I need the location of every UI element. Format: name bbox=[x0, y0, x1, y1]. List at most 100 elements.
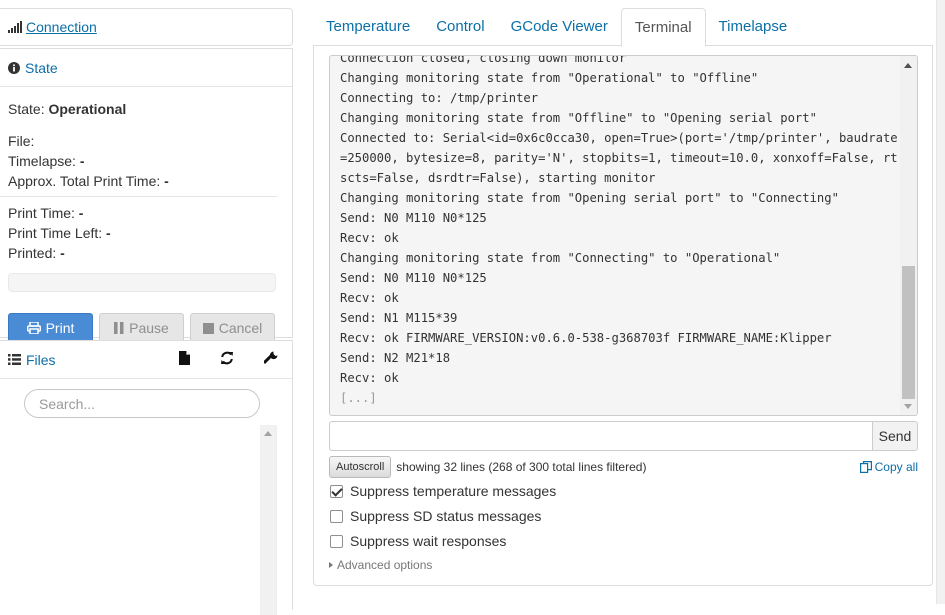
print-time-left-value: - bbox=[106, 225, 111, 241]
caret-right-icon bbox=[329, 562, 333, 568]
list-icon bbox=[8, 354, 21, 365]
terminal-ellipsis: [...] bbox=[340, 391, 377, 405]
approx-time-value: - bbox=[164, 173, 169, 189]
terminal-line: Connected to: Serial<id=0x6c0cca30, open… bbox=[340, 131, 898, 145]
send-button[interactable]: Send bbox=[872, 421, 918, 451]
terminal-line: Changing monitoring state from "Operatio… bbox=[340, 71, 759, 85]
suppress-temperature-option[interactable]: Suppress temperature messages bbox=[330, 481, 556, 501]
approx-time-row: Approx. Total Print Time: - bbox=[8, 171, 284, 191]
file-list-scrollbar[interactable] bbox=[260, 425, 276, 615]
divider bbox=[0, 196, 277, 197]
printed-row: Printed: - bbox=[8, 243, 284, 263]
terminal-line: Connecting to: /tmp/printer bbox=[340, 91, 539, 105]
terminal-scrollbar[interactable] bbox=[900, 56, 917, 415]
info-circle-icon bbox=[8, 61, 20, 74]
terminal-line: Connection closed, closing down monitor bbox=[340, 55, 627, 65]
terminal-line: Recv: ok bbox=[340, 231, 399, 245]
suppress-temperature-label: Suppress temperature messages bbox=[350, 483, 557, 499]
timelapse-value: - bbox=[79, 153, 85, 169]
cancel-button-label: Cancel bbox=[218, 320, 263, 336]
stop-icon bbox=[202, 322, 214, 334]
scroll-up-arrow-icon[interactable] bbox=[904, 63, 912, 68]
files-title[interactable]: Files bbox=[26, 352, 56, 368]
suppress-sd-checkbox[interactable] bbox=[330, 509, 343, 523]
scroll-up-arrow-icon[interactable] bbox=[264, 431, 272, 436]
file-row: File: bbox=[8, 131, 284, 151]
printed-label: Printed: bbox=[8, 245, 57, 261]
new-file-icon[interactable] bbox=[179, 351, 190, 365]
tab-gcode-viewer[interactable]: GCode Viewer bbox=[498, 8, 621, 46]
suppress-wait-option[interactable]: Suppress wait responses bbox=[330, 531, 506, 551]
terminal-scrollbar-thumb[interactable] bbox=[902, 266, 915, 399]
terminal-line: Send: N0 M110 N0*125 bbox=[340, 271, 487, 285]
file-label: File: bbox=[8, 133, 35, 149]
print-button[interactable]: Print bbox=[8, 313, 93, 343]
printed-value: - bbox=[60, 245, 65, 261]
state-title[interactable]: State bbox=[25, 60, 58, 76]
terminal-line: scts=False, dsrdtr=False), starting moni… bbox=[340, 171, 656, 185]
advanced-options-toggle[interactable]: Advanced options bbox=[329, 558, 432, 572]
terminal-line: Recv: ok bbox=[340, 371, 399, 385]
terminal-line: =250000, bytesize=8, parity='N', stopbit… bbox=[340, 151, 898, 165]
terminal-line: Recv: ok bbox=[340, 291, 399, 305]
print-time-label: Print Time: bbox=[8, 205, 75, 221]
state-value: Operational bbox=[48, 101, 127, 117]
terminal-line: Send: N0 M110 N0*125 bbox=[340, 211, 487, 225]
state-row: State: Operational bbox=[8, 99, 284, 119]
terminal-line: Send: N1 M115*39 bbox=[340, 311, 458, 325]
timelapse-label: Timelapse: bbox=[8, 153, 76, 169]
state-header[interactable]: State bbox=[0, 49, 292, 87]
advanced-options-label: Advanced options bbox=[337, 558, 433, 572]
approx-time-label: Approx. Total Print Time: bbox=[8, 173, 161, 189]
tab-control[interactable]: Control bbox=[423, 8, 497, 46]
terminal-line: Changing monitoring state from "Offline"… bbox=[340, 111, 817, 125]
wrench-icon[interactable] bbox=[264, 351, 278, 365]
suppress-wait-label: Suppress wait responses bbox=[350, 533, 507, 549]
tab-bar: Temperature Control GCode Viewer Termina… bbox=[313, 8, 933, 47]
terminal-output[interactable]: Connection closed, closing down monitor C… bbox=[329, 55, 918, 416]
autoscroll-button[interactable]: Autoscroll bbox=[329, 456, 392, 478]
connection-header[interactable]: Connection bbox=[0, 9, 292, 45]
print-time-left-label: Print Time Left: bbox=[8, 225, 103, 241]
suppress-wait-checkbox[interactable] bbox=[330, 534, 343, 548]
suppress-sd-option[interactable]: Suppress SD status messages bbox=[330, 506, 541, 526]
pause-button[interactable]: Pause bbox=[99, 313, 184, 343]
tab-timelapse[interactable]: Timelapse bbox=[706, 8, 801, 46]
copy-icon bbox=[859, 461, 872, 473]
command-input[interactable] bbox=[329, 421, 872, 451]
print-time-left-row: Print Time Left: - bbox=[8, 223, 284, 243]
print-button-label: Print bbox=[45, 320, 75, 336]
files-header[interactable]: Files bbox=[0, 341, 292, 379]
tab-terminal[interactable]: Terminal bbox=[620, 8, 706, 47]
tab-temperature[interactable]: Temperature bbox=[313, 8, 423, 46]
printer-icon bbox=[26, 322, 41, 334]
print-time-row: Print Time: - bbox=[8, 203, 284, 223]
connection-link[interactable]: Connection bbox=[26, 19, 97, 35]
line-count-text: showing 32 lines (268 of 300 total lines… bbox=[396, 460, 647, 474]
refresh-icon[interactable] bbox=[220, 351, 234, 365]
terminal-status-row: Autoscroll showing 32 lines (268 of 300 … bbox=[329, 456, 918, 478]
page-scrollbar[interactable] bbox=[936, 0, 945, 604]
suppress-sd-label: Suppress SD status messages bbox=[350, 508, 542, 524]
suppress-temperature-checkbox[interactable] bbox=[330, 484, 343, 498]
files-search-input[interactable] bbox=[24, 389, 260, 418]
terminal-line: Send: N2 M21*18 bbox=[340, 351, 451, 365]
terminal-tab-content: Connection closed, closing down monitor C… bbox=[313, 46, 933, 586]
print-progress-bar bbox=[8, 273, 276, 292]
connection-panel: Connection bbox=[0, 8, 293, 46]
copy-all-label: Copy all bbox=[874, 460, 918, 474]
cancel-button[interactable]: Cancel bbox=[190, 313, 275, 343]
terminal-line: Changing monitoring state from "Opening … bbox=[340, 191, 839, 205]
scroll-down-arrow-icon[interactable] bbox=[904, 404, 912, 409]
terminal-line: Changing monitoring state from "Connecti… bbox=[340, 251, 781, 265]
signal-bars-icon bbox=[8, 21, 22, 33]
state-panel: State State: Operational File: Timelapse… bbox=[0, 48, 293, 343]
copy-all-link[interactable]: Copy all bbox=[859, 460, 918, 474]
timelapse-row: Timelapse: - bbox=[8, 151, 284, 171]
files-panel: Files bbox=[0, 340, 293, 615]
terminal-line: Recv: ok FIRMWARE_VERSION:v0.6.0-538-g36… bbox=[340, 331, 832, 345]
print-time-value: - bbox=[78, 205, 84, 221]
state-label: State: bbox=[8, 101, 45, 117]
file-list bbox=[8, 425, 277, 615]
command-row: Send bbox=[329, 421, 918, 451]
